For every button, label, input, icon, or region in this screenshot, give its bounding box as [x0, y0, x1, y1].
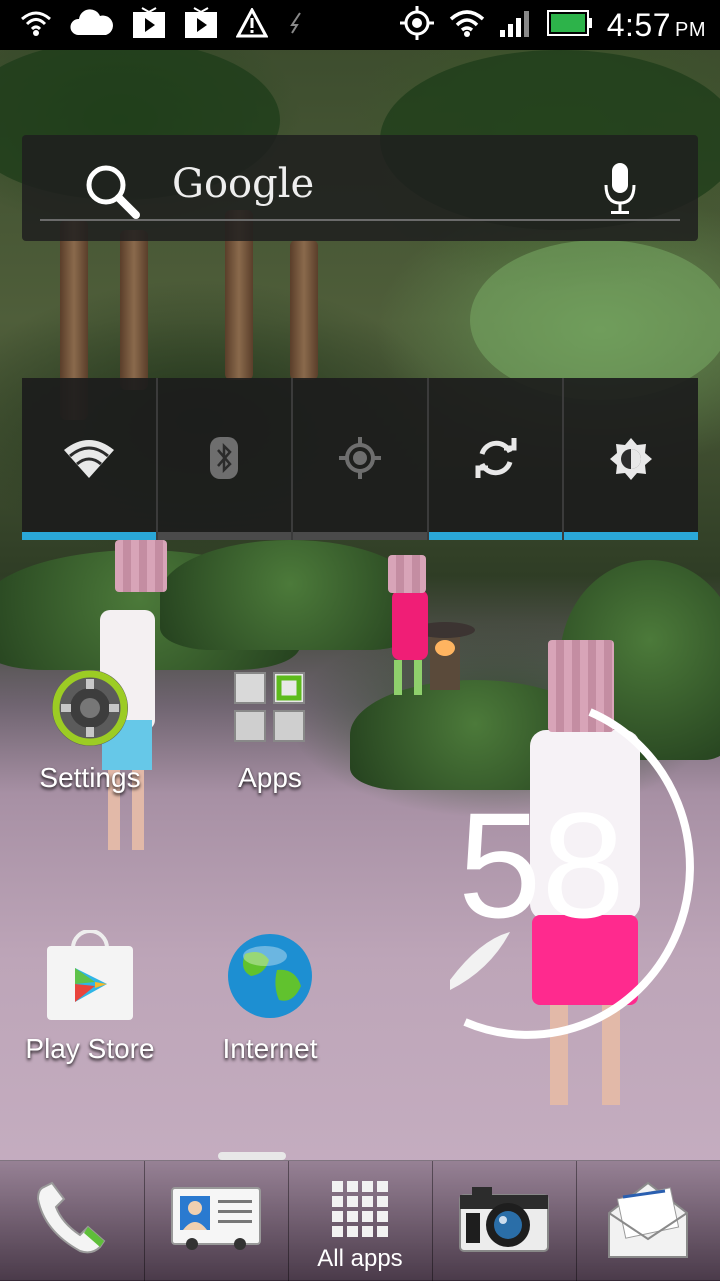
bluetooth-icon	[209, 436, 239, 485]
contacts-button[interactable]	[144, 1161, 288, 1281]
mail-icon	[605, 1179, 691, 1264]
wifi-icon	[62, 436, 116, 485]
warning-icon	[235, 6, 269, 43]
app-label: Internet	[222, 1033, 318, 1064]
toggle-indicator	[157, 532, 292, 540]
toggle-indicator	[22, 532, 156, 540]
battery-icon	[546, 9, 593, 42]
status-bar: 4:57 PM	[0, 0, 720, 50]
clock-text: 4:57 PM	[606, 6, 706, 43]
brightness-icon	[608, 436, 654, 487]
mail-button[interactable]	[576, 1161, 720, 1281]
app-label: Play Store	[25, 1033, 155, 1064]
internet-app[interactable]: Internet	[185, 930, 355, 1065]
clock-value: 58	[458, 781, 625, 949]
all-apps-button[interactable]: All apps	[288, 1161, 432, 1281]
camera-button[interactable]	[432, 1161, 576, 1281]
gps-icon	[399, 5, 435, 46]
gps-icon	[338, 436, 382, 485]
google-search-widget[interactable]: Google	[22, 135, 698, 241]
play-notification-icon	[184, 6, 218, 44]
contacts-icon	[170, 1186, 262, 1257]
usb-icon	[286, 11, 306, 40]
gps-toggle[interactable]	[293, 378, 429, 540]
play-store-app[interactable]: Play Store	[5, 929, 175, 1065]
app-label: Settings	[39, 762, 141, 793]
toggle-indicator	[293, 532, 427, 540]
cloud-icon	[70, 8, 114, 42]
apps-grid-icon	[230, 672, 310, 755]
app-label: Apps	[238, 762, 302, 793]
settings-icon	[47, 670, 133, 755]
globe-icon	[225, 934, 315, 1026]
bluetooth-toggle[interactable]	[157, 378, 294, 540]
microphone-icon[interactable]	[604, 161, 636, 222]
sync-toggle[interactable]	[428, 378, 565, 540]
wifi-icon	[20, 9, 52, 42]
camera-icon	[458, 1183, 550, 1260]
settings-app[interactable]: Settings	[5, 665, 175, 794]
wifi-toggle[interactable]	[22, 378, 158, 540]
google-logo-text: Google	[172, 161, 315, 207]
play-store-icon	[45, 929, 135, 1026]
toggle-indicator	[428, 532, 563, 540]
toggle-indicator	[564, 532, 698, 540]
sync-icon	[474, 436, 518, 485]
signal-icon	[499, 8, 533, 43]
all-apps-icon	[330, 1179, 390, 1244]
apps-app[interactable]: Apps	[185, 665, 355, 794]
brightness-toggle[interactable]	[564, 378, 698, 540]
power-control-widget	[22, 378, 698, 540]
play-notification-icon	[132, 6, 166, 44]
search-icon[interactable]	[84, 163, 140, 224]
dock-handle[interactable]	[218, 1152, 286, 1160]
search-underline	[40, 219, 680, 221]
wifi-icon	[449, 8, 485, 43]
phone-icon	[34, 1181, 110, 1262]
dock: All apps	[0, 1160, 720, 1281]
phone-button[interactable]	[0, 1161, 144, 1281]
all-apps-label: All apps	[317, 1245, 403, 1272]
